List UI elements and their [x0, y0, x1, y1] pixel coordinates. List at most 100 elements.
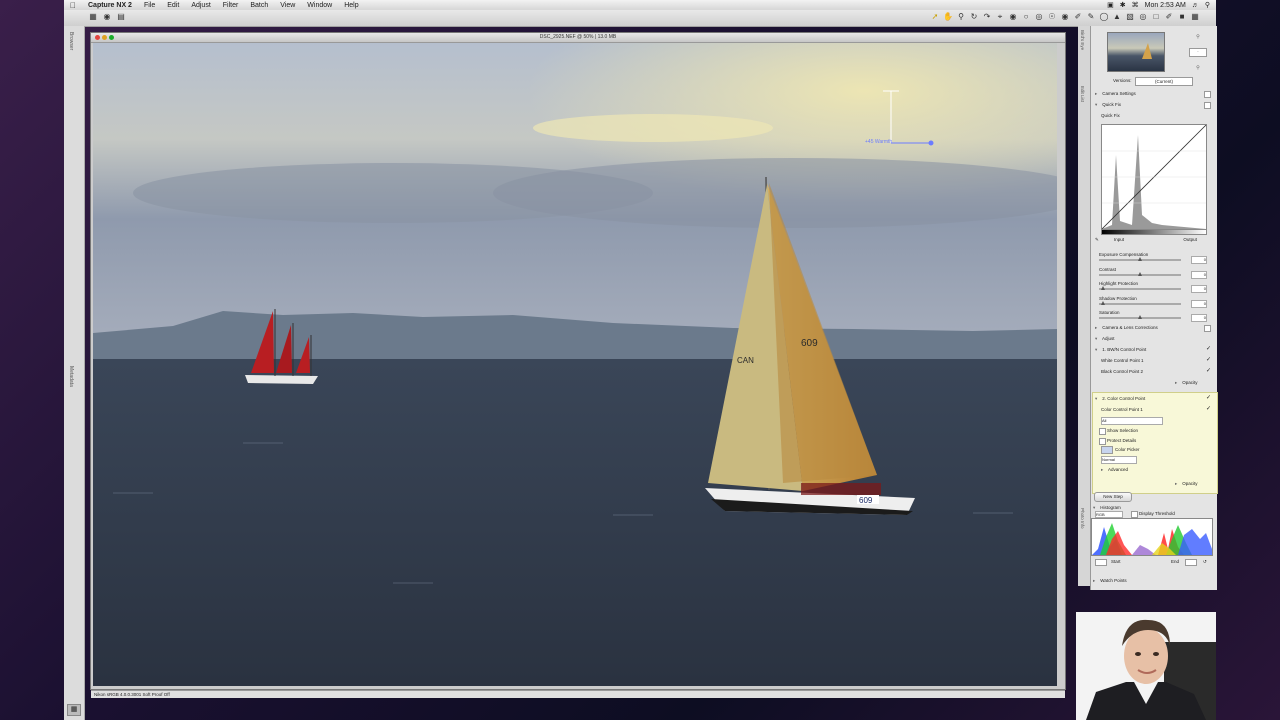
opacity2-row[interactable]: ▸ Opacity — [1175, 480, 1215, 487]
red-eye-control-point-icon[interactable]: ☉ — [1047, 12, 1057, 22]
saturation-value-field[interactable]: 0 — [1191, 314, 1207, 322]
camera-icon[interactable]: ◉ — [102, 12, 112, 22]
show-selection-row[interactable]: Show Selection — [1099, 427, 1207, 435]
workspace-icon[interactable]: ▦ — [1190, 12, 1200, 22]
apple-menu-icon[interactable]:  — [64, 1, 82, 10]
hand-tool-icon[interactable]: ✋ — [943, 12, 953, 22]
color-control-point-icon[interactable]: ◉ — [1060, 12, 1070, 22]
menu-adjust[interactable]: Adjust — [185, 2, 216, 9]
collapse-chevron-icon[interactable]: ▸ — [1175, 379, 1181, 386]
black-cp-row[interactable]: Black Control Point 2 ✓ — [1101, 368, 1213, 375]
volume-icon[interactable]: ♬ — [1192, 2, 1199, 9]
zoom-window-icon[interactable] — [109, 35, 114, 40]
color-picker-row[interactable]: Color Picker — [1101, 446, 1205, 454]
quick-fix-checkbox[interactable] — [1204, 102, 1211, 109]
color-cp-row[interactable]: Color Control Point 1 ✓ — [1101, 406, 1213, 413]
camera-settings-row[interactable]: ▸ Camera Settings — [1095, 90, 1213, 98]
birds-eye-tab[interactable]: Bird's Eye — [1080, 30, 1085, 50]
palette-toggle-icon[interactable]: ▦ — [67, 704, 81, 716]
new-step-button[interactable]: New Step — [1094, 492, 1132, 502]
end-field[interactable] — [1185, 559, 1197, 566]
exposure-compensation-value-field[interactable]: 0 — [1191, 256, 1207, 264]
step1-row[interactable]: ▾ 1. BW/N Control Point ✓ — [1095, 346, 1213, 353]
menu-view[interactable]: View — [274, 2, 301, 9]
menu-help[interactable]: Help — [338, 2, 364, 9]
levels-curves-graph[interactable] — [1101, 124, 1207, 230]
expand-chevron-icon[interactable]: ▾ — [1095, 101, 1101, 108]
minimize-window-icon[interactable] — [102, 35, 107, 40]
camera-lens-checkbox[interactable] — [1204, 325, 1211, 332]
expand-chevron-icon[interactable]: ▾ — [1095, 335, 1101, 342]
close-window-icon[interactable] — [95, 35, 100, 40]
highlight-protection-track[interactable] — [1099, 288, 1181, 290]
exposure-compensation-slider-handle[interactable] — [1138, 257, 1142, 261]
zoom-tool-icon[interactable]: ⚲ — [956, 12, 966, 22]
control-point-annotation[interactable]: +45 Warmth — [865, 139, 892, 145]
selection-brush-icon[interactable]: ✎ — [1086, 12, 1096, 22]
opacity-row[interactable]: ▸ Opacity — [1175, 379, 1213, 386]
zoom-field[interactable]: · — [1189, 48, 1207, 57]
shadow-protection-value-field[interactable]: 0 — [1191, 299, 1207, 308]
contrast-value-field[interactable]: 0 — [1191, 270, 1207, 279]
step1-check-icon[interactable]: ✓ — [1206, 346, 1211, 353]
channel-dropdown[interactable]: RGB — [1095, 511, 1123, 518]
menu-edit[interactable]: Edit — [161, 2, 185, 9]
browser-toggle-icon[interactable]: ▦ — [88, 12, 98, 22]
menu-window[interactable]: Window — [301, 2, 338, 9]
white-cp-row[interactable]: White Control Point 1 ✓ — [1101, 357, 1213, 364]
zoom-in-icon[interactable]: ⚲ — [1187, 34, 1209, 40]
white-cp-check-icon[interactable]: ✓ — [1206, 357, 1211, 364]
lasso-tool-icon[interactable]: ◯ — [1099, 12, 1109, 22]
browser-tab[interactable]: Browser — [68, 32, 74, 50]
menu-filter[interactable]: Filter — [217, 2, 245, 9]
spotlight-icon[interactable]: ⚲ — [1205, 1, 1210, 9]
start-field[interactable] — [1095, 559, 1107, 566]
collapse-chevron-icon[interactable]: ▸ — [1095, 90, 1101, 97]
expand-chevron-icon[interactable]: ▾ — [1095, 346, 1101, 353]
collapse-chevron-icon[interactable]: ▸ — [1175, 480, 1181, 487]
collapse-chevron-icon[interactable]: ▸ — [1101, 466, 1107, 473]
display-threshold-checkbox[interactable] — [1131, 511, 1138, 518]
show-selection-checkbox[interactable] — [1099, 428, 1106, 435]
photo-info-tab[interactable]: Photo Info — [1080, 508, 1085, 529]
black-cp-check-icon[interactable]: ✓ — [1206, 368, 1211, 375]
camera-lens-row[interactable]: ▸ Camera & Lens Corrections — [1095, 324, 1213, 332]
brush-tool-icon[interactable]: ✐ — [1164, 12, 1174, 22]
document-titlebar[interactable]: DSC_2925.NEF @ 50% | 13.0 MB — [91, 33, 1065, 43]
expand-chevron-icon[interactable]: ▾ — [1093, 504, 1099, 511]
collapse-chevron-icon[interactable]: ▸ — [1095, 324, 1101, 331]
channel-select[interactable]: All — [1101, 417, 1163, 425]
birds-eye-thumbnail[interactable] — [1107, 32, 1165, 72]
step2-row[interactable]: ▾ 2. Color Control Point ✓ — [1095, 395, 1213, 402]
watch-points-header[interactable]: ▸ Watch Points — [1093, 577, 1211, 584]
color-swatch[interactable] — [1101, 446, 1113, 454]
app-menu[interactable]: Capture NX 2 — [82, 2, 138, 9]
edit-list-tab[interactable]: Edit List — [1080, 86, 1085, 102]
adjust-row[interactable]: ▾ Adjust — [1095, 335, 1213, 342]
lasso-marquee-icon[interactable]: □ — [1151, 12, 1161, 22]
metadata-tab[interactable]: Metadata — [68, 366, 74, 387]
neutral-control-point-icon[interactable]: ◎ — [1034, 12, 1044, 22]
protect-details-checkbox[interactable] — [1099, 438, 1106, 445]
crop-tool-icon[interactable]: ⌖ — [995, 12, 1005, 22]
reset-icon[interactable]: ↺ — [1203, 558, 1207, 565]
blend-mode-select[interactable]: Normal — [1101, 456, 1137, 464]
white-control-point-icon[interactable]: ○ — [1021, 12, 1031, 22]
camera-settings-checkbox[interactable] — [1204, 91, 1211, 98]
highlight-protection-value-field[interactable]: 0 — [1191, 285, 1207, 293]
photo-canvas[interactable]: 609 609 CAN +45 Warmth — [93, 43, 1057, 686]
clock[interactable]: Mon 2:53 AM — [1145, 2, 1186, 9]
selection-control-point-icon[interactable]: ◎ — [1138, 12, 1148, 22]
menu-file[interactable]: File — [138, 2, 161, 9]
versions-select[interactable]: (Current) — [1135, 77, 1193, 86]
straighten-tool-icon[interactable]: ↷ — [982, 12, 992, 22]
shadow-protection-track[interactable] — [1099, 302, 1181, 305]
advanced-row[interactable]: ▸ Advanced — [1101, 466, 1201, 473]
quick-fix-row[interactable]: ▾ Quick Fix — [1095, 101, 1213, 109]
fill-tool-icon[interactable]: ▲ — [1112, 12, 1122, 22]
expand-chevron-icon[interactable]: ▾ — [1095, 395, 1101, 402]
shadow-protection-slider-handle[interactable] — [1101, 300, 1106, 305]
protect-details-row[interactable]: Protect Details — [1099, 437, 1207, 445]
print-icon[interactable]: ▤ — [116, 12, 126, 22]
rotate-tool-icon[interactable]: ↻ — [969, 12, 979, 22]
